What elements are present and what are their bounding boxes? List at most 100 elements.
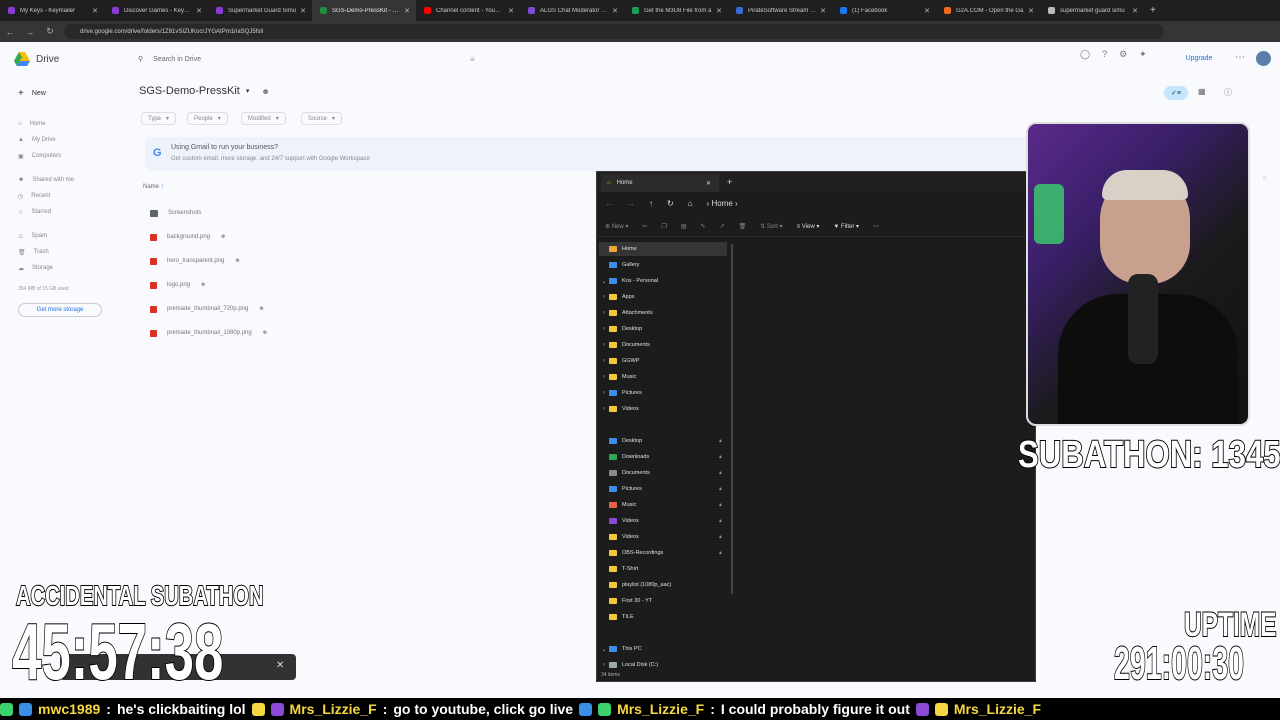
cut-icon[interactable]: ✂ [642, 223, 647, 230]
list-view-toggle[interactable]: ✓≡ [1164, 86, 1188, 100]
nav-tree-item[interactable]: › Local Disk (C:) [599, 658, 727, 672]
filter-options-icon[interactable]: ≡ [470, 55, 475, 64]
nav-tree-item[interactable]: Music ▲ [599, 498, 727, 512]
tab-close-icon[interactable]: ✕ [196, 7, 202, 15]
expand-chevron-icon[interactable]: › [599, 310, 609, 316]
browser-tab[interactable]: Get the M3U8 File from a ✕ [624, 0, 728, 21]
browser-tab[interactable]: G2A.COM - Open the Ga ✕ [936, 0, 1040, 21]
sidebar-item[interactable]: ☻ Shared with me [18, 174, 74, 186]
file-row[interactable]: Screenshots [150, 207, 201, 219]
get-more-storage-button[interactable]: Get more storage [18, 303, 102, 317]
sidebar-item[interactable]: ☁ Storage [18, 262, 53, 274]
nav-tree-item[interactable]: Gallery [599, 258, 727, 272]
expand-chevron-icon[interactable]: ⌄ [599, 646, 609, 653]
home-nav-icon[interactable]: ⌂ [688, 199, 693, 208]
new-tab-icon[interactable]: + [727, 177, 732, 187]
tab-close-icon[interactable]: ✕ [92, 7, 98, 15]
nav-tree-item[interactable]: Desktop ▲ [599, 434, 727, 448]
nav-tree-item[interactable]: ⌄ This PC [599, 642, 727, 656]
share-icon[interactable]: ↗ [720, 223, 725, 230]
browser-tab[interactable]: PirateSoftware Stream - W ✕ [728, 0, 832, 21]
file-row[interactable]: background.png ☻ [150, 231, 226, 243]
nav-tree-item[interactable]: Downloads ▲ [599, 450, 727, 464]
expand-chevron-icon[interactable]: › [599, 358, 609, 364]
file-row[interactable]: premade_thumbnail_720p.png ☻ [150, 303, 265, 315]
nav-tree-item[interactable]: › Videos [599, 402, 727, 416]
rename-icon[interactable]: ✎ [701, 223, 706, 230]
expand-chevron-icon[interactable]: › [599, 374, 609, 380]
nav-tree-item[interactable]: OBS-Recordings ▲ [599, 546, 727, 560]
sidebar-item[interactable]: ▣ Computers [18, 150, 61, 162]
back-arrow-icon[interactable]: ← [605, 199, 613, 208]
avatar[interactable] [1256, 51, 1271, 66]
window-close-icon[interactable]: ✕ [1261, 173, 1269, 184]
nav-tree-item[interactable]: ⌄ Kris - Personal [599, 274, 727, 288]
file-row[interactable]: logo.png ☻ [150, 279, 206, 291]
nav-tree-item[interactable]: › Music [599, 370, 727, 384]
grid-view-icon[interactable]: ▦ [1198, 87, 1206, 96]
sidebar-item[interactable]: ◷ Recent [18, 190, 50, 202]
reload-icon[interactable]: ↻ [40, 26, 60, 37]
expand-chevron-icon[interactable]: › [599, 294, 609, 300]
filter-chip[interactable]: Source ▾ [301, 112, 343, 125]
nav-tree-item[interactable]: playlist (1080p_aac) [599, 578, 727, 592]
search-input[interactable]: ⚲ Search in Drive [130, 48, 490, 70]
view-button[interactable]: ≡ View ▾ [797, 223, 820, 230]
browser-tab[interactable]: SGS-Demo-PressKit - Go ✕ [312, 0, 416, 21]
sidebar-item[interactable]: ⌂ Home [18, 118, 46, 130]
nav-tree-item[interactable]: › GGWP [599, 354, 727, 368]
browser-tab[interactable]: (1) Facebook ✕ [832, 0, 936, 21]
forward-arrow-icon[interactable]: → [627, 199, 635, 208]
drive-logo[interactable]: Drive [14, 52, 59, 66]
refresh-icon[interactable]: ↻ [667, 199, 674, 208]
nav-tree-item[interactable]: TILE [599, 610, 727, 624]
forward-icon[interactable]: → [20, 27, 40, 37]
expand-chevron-icon[interactable]: › [599, 342, 609, 348]
help-icon[interactable]: ? [1102, 49, 1107, 60]
nav-tree-item[interactable]: › Apps [599, 290, 727, 304]
filter-chip[interactable]: People ▾ [187, 112, 228, 125]
browser-tab[interactable]: Channel content - YouTub ✕ [416, 0, 520, 21]
explorer-tab-home[interactable]: ⌂ Home ✕ [601, 174, 719, 192]
new-item-button[interactable]: ⊕ New ▾ [605, 223, 628, 230]
sidebar-item[interactable]: ⚠ Spam [18, 230, 47, 242]
tab-close-icon[interactable]: ✕ [612, 7, 618, 15]
tab-close-icon[interactable]: ✕ [300, 7, 306, 15]
sort-button[interactable]: ⇅ Sort ▾ [760, 223, 782, 230]
folder-title[interactable]: SGS-Demo-PressKit ▾ ☻ [139, 85, 270, 97]
nav-tree-item[interactable]: › Documents [599, 338, 727, 352]
nav-tree-item[interactable]: First 30 - YT [599, 594, 727, 608]
nav-tree-item[interactable]: Pictures ▲ [599, 482, 727, 496]
tab-close-icon[interactable]: ✕ [1028, 7, 1034, 15]
browser-tab[interactable]: ALGS Chat Moderator - F ✕ [520, 0, 624, 21]
nav-tree-item[interactable]: › Attachments [599, 306, 727, 320]
sidebar-item[interactable]: ▲ My Drive [18, 134, 56, 146]
new-button[interactable]: + New [14, 84, 64, 102]
filter-chip[interactable]: Modified ▾ [241, 112, 286, 125]
apps-grid-icon[interactable]: ⋯ [1235, 52, 1245, 63]
tab-close-icon[interactable]: ✕ [404, 7, 410, 15]
filter-chip[interactable]: Type ▾ [141, 112, 177, 125]
settings-icon[interactable]: ⚙ [1119, 49, 1127, 60]
snackbar-close-icon[interactable]: ✕ [276, 660, 284, 671]
browser-tab[interactable]: Discover Games - Keymai ✕ [104, 0, 208, 21]
back-icon[interactable]: ← [0, 27, 20, 37]
more-options-icon[interactable]: ⋯ [873, 223, 879, 230]
tab-close-icon[interactable]: ✕ [924, 7, 930, 15]
expand-chevron-icon[interactable]: › [599, 662, 609, 668]
expand-chevron-icon[interactable]: › [599, 390, 609, 396]
sidebar-item[interactable]: ☆ Starred [18, 206, 51, 218]
gemini-icon[interactable]: ✦ [1139, 49, 1147, 60]
nav-tree-item[interactable]: Documents ▲ [599, 466, 727, 480]
nav-tree-item[interactable]: Videos ▲ [599, 530, 727, 544]
address-bar[interactable]: drive.google.com/drive/folders/1Z81vSIZU… [64, 24, 1164, 39]
filter-button[interactable]: ▼ Filter ▾ [833, 223, 859, 230]
new-tab-icon[interactable]: + [1150, 5, 1156, 16]
file-row[interactable]: hero_transparent.png ☻ [150, 255, 241, 267]
expand-chevron-icon[interactable]: ⌄ [599, 278, 609, 285]
nav-tree-item[interactable]: Home [599, 242, 727, 256]
pane-splitter[interactable] [731, 244, 733, 594]
browser-tab[interactable]: My Keys - Keymailer ✕ [0, 0, 104, 21]
breadcrumb[interactable]: › Home › [707, 199, 738, 208]
browser-tab[interactable]: Supermarket Guard Simu ✕ [208, 0, 312, 21]
